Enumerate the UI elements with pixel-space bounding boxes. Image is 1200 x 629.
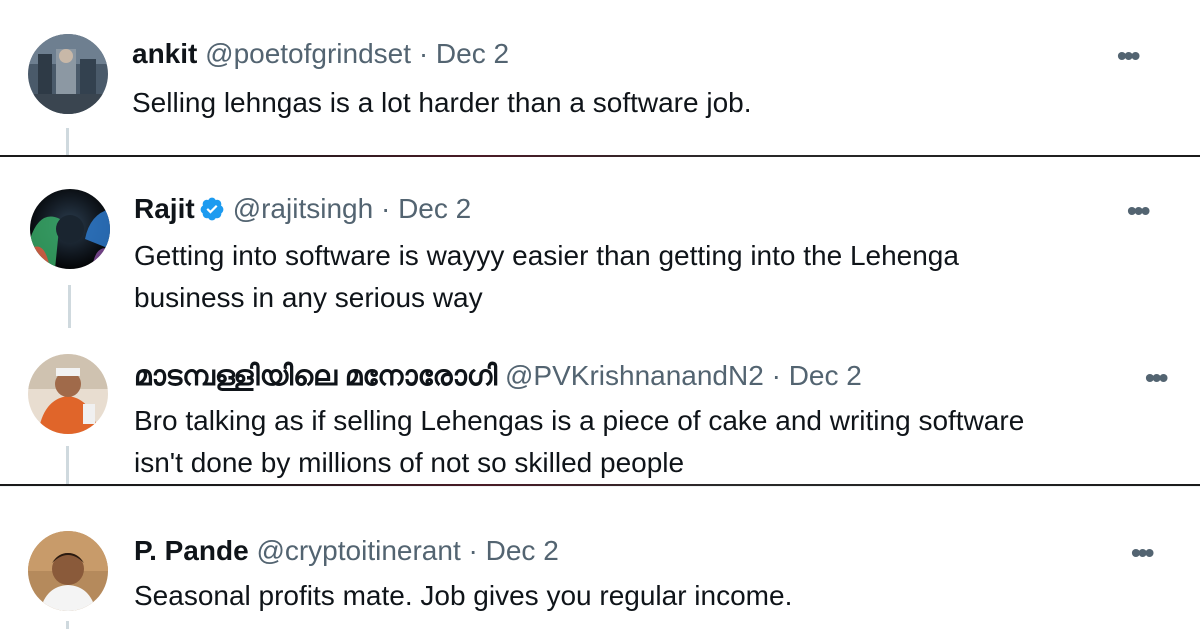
- tweet-text: Bro talking as if selling Lehengas is a …: [134, 400, 1024, 484]
- thread-line: [66, 128, 69, 155]
- user-handle[interactable]: @rajitsingh: [233, 193, 373, 224]
- separator-dot: ·: [771, 360, 781, 391]
- thread-line: [66, 446, 69, 484]
- avatar[interactable]: [28, 531, 108, 611]
- display-name[interactable]: മാടമ്പള്ളിയിലെ മനോരോഗി: [134, 360, 497, 391]
- tweet-header: മാടമ്പള്ളിയിലെ മനോരോഗി @PVKrishnanandN2 …: [134, 358, 862, 394]
- tweet-header: P. Pande @cryptoitinerant · Dec 2: [134, 533, 559, 569]
- tweet-date[interactable]: Dec 2: [436, 38, 509, 69]
- tweet-date[interactable]: Dec 2: [789, 360, 862, 391]
- more-options-icon[interactable]: •••: [1145, 362, 1168, 394]
- tweet-date[interactable]: Dec 2: [486, 535, 559, 566]
- tweet-text-line: Bro talking as if selling Lehengas is a …: [134, 405, 1025, 436]
- tweet-text: Selling lehngas is a lot harder than a s…: [132, 82, 752, 124]
- display-name[interactable]: Rajit: [134, 193, 195, 224]
- tweet-text: Getting into software is wayyy easier th…: [134, 235, 959, 319]
- avatar-photo-icon: [28, 354, 108, 434]
- tweet-text-line: isn't done by millions of not so skilled…: [134, 447, 685, 478]
- tweet-1[interactable]: ankit @poetofgrindset · Dec 2 Selling le…: [0, 0, 1200, 155]
- avatar[interactable]: [28, 34, 108, 114]
- tweet-3[interactable]: മാടമ്പള്ളിയിലെ മനോരോഗി @PVKrishnanandN2 …: [0, 330, 1200, 484]
- tweet-header: Rajit @rajitsingh · Dec 2: [134, 191, 471, 227]
- display-name[interactable]: ankit: [132, 38, 197, 69]
- tweet-text-line: Seasonal profits mate. Job gives you reg…: [134, 580, 793, 611]
- more-options-icon[interactable]: •••: [1131, 537, 1154, 569]
- avatar-photo-icon: [28, 34, 108, 114]
- tweet-text: Seasonal profits mate. Job gives you reg…: [134, 575, 792, 617]
- avatar-photo-icon: [30, 189, 110, 269]
- tweet-4[interactable]: P. Pande @cryptoitinerant · Dec 2 Season…: [0, 486, 1200, 629]
- tweet-2[interactable]: Rajit @rajitsingh · Dec 2 Getting into so…: [0, 157, 1200, 328]
- tweet-text-line: business in any serious way: [134, 282, 483, 313]
- display-name[interactable]: P. Pande: [134, 535, 249, 566]
- avatar[interactable]: [28, 354, 108, 434]
- user-handle[interactable]: @cryptoitinerant: [256, 535, 460, 566]
- separator-dot: ·: [380, 193, 391, 224]
- more-options-icon[interactable]: •••: [1127, 195, 1150, 227]
- separator-dot: ·: [468, 535, 478, 566]
- avatar-photo-icon: [28, 531, 108, 611]
- thread-line: [68, 285, 71, 328]
- separator-dot: ·: [418, 38, 429, 69]
- tweet-header: ankit @poetofgrindset · Dec 2: [132, 36, 509, 72]
- tweet-text-line: Getting into software is wayyy easier th…: [134, 240, 959, 271]
- verified-badge-icon: [200, 197, 224, 221]
- user-handle[interactable]: @PVKrishnanandN2: [505, 360, 764, 391]
- avatar[interactable]: [30, 189, 110, 269]
- tweet-date[interactable]: Dec 2: [398, 193, 471, 224]
- tweet-text-line: Selling lehngas is a lot harder than a s…: [132, 87, 752, 118]
- user-handle[interactable]: @poetofgrindset: [205, 38, 411, 69]
- more-options-icon[interactable]: •••: [1117, 40, 1140, 72]
